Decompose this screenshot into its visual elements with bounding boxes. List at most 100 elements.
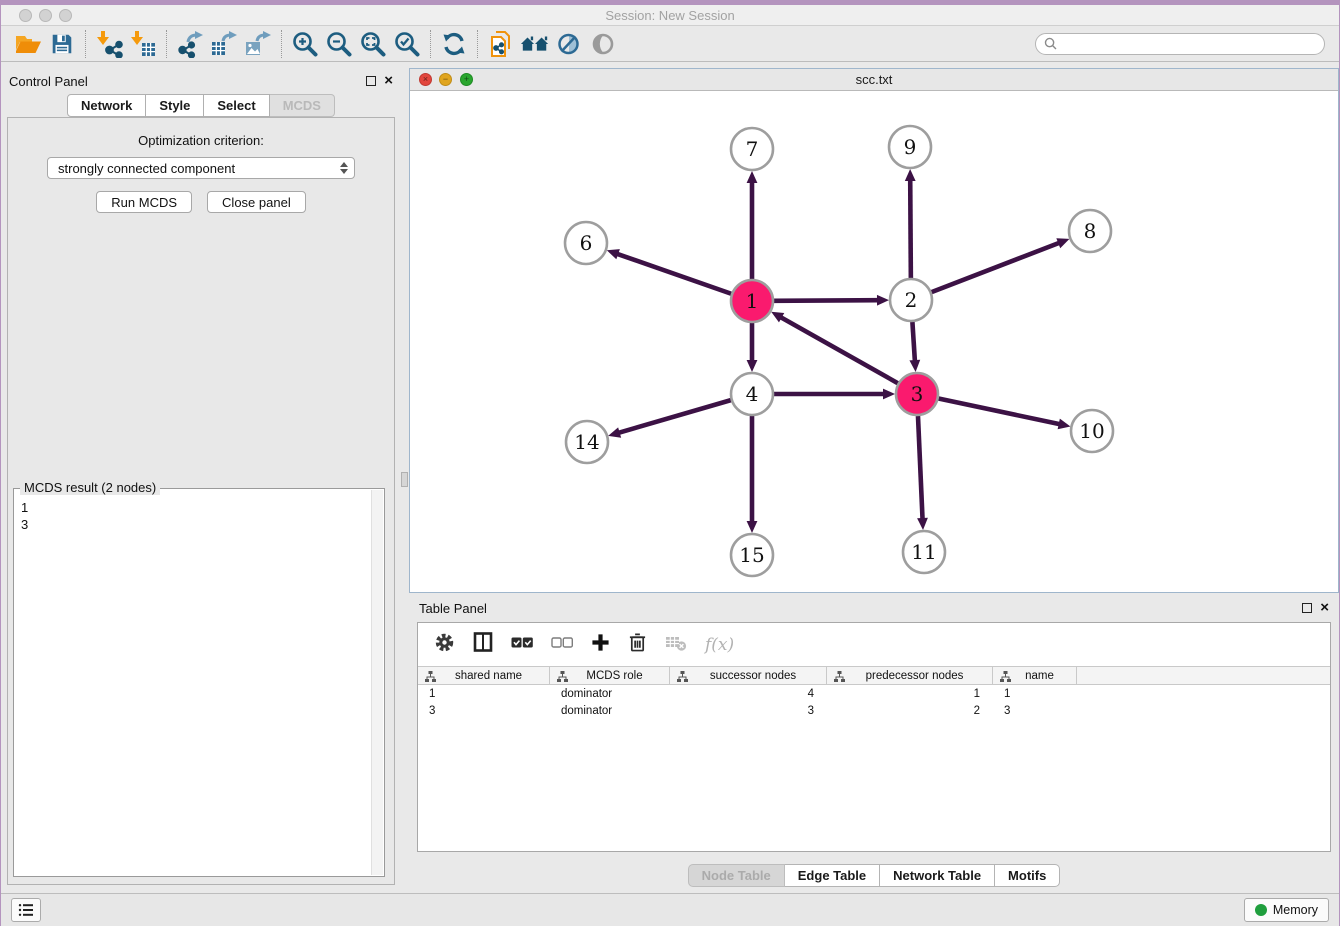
- table-panel: Table Panel × f(x) shared nameMCDS: [409, 595, 1339, 890]
- search-icon: [1044, 37, 1057, 50]
- column-type-icon: [425, 671, 436, 682]
- edge-4-14[interactable]: [618, 400, 731, 433]
- result-scrollbar[interactable]: [371, 490, 383, 875]
- network-window-titlebar: × − + scc.txt: [410, 69, 1338, 91]
- show-columns-icon[interactable]: [473, 632, 493, 657]
- export-network-icon[interactable]: [173, 29, 207, 59]
- close-table-panel-icon[interactable]: ×: [1320, 603, 1329, 613]
- column-type-icon: [557, 671, 568, 682]
- column-type-icon: [834, 671, 845, 682]
- column-header-predecessor-nodes[interactable]: predecessor nodes: [827, 667, 993, 684]
- optimization-criterion-label: Optimization criterion:: [8, 133, 394, 148]
- table-settings-icon[interactable]: [434, 632, 455, 658]
- cell-name[interactable]: 1: [993, 685, 1077, 702]
- cell-name[interactable]: 3: [993, 702, 1077, 719]
- graph-node-label: 1: [746, 289, 759, 313]
- import-network-icon[interactable]: [92, 29, 126, 59]
- zoom-out-icon[interactable]: [322, 29, 356, 59]
- control-panel-header: Control Panel ×: [1, 68, 401, 94]
- edge-1-2[interactable]: [774, 300, 879, 301]
- criterion-select[interactable]: strongly connected component: [47, 157, 355, 179]
- graph-node-label: 11: [911, 540, 936, 564]
- edge-3-10[interactable]: [939, 399, 1061, 425]
- tab-style[interactable]: Style: [146, 94, 204, 117]
- network-view-window: × − + scc.txt 1234678910111415: [409, 68, 1339, 593]
- column-type-icon: [677, 671, 688, 682]
- close-panel-icon[interactable]: ×: [384, 76, 393, 86]
- cell-MCDS-role[interactable]: dominator: [550, 685, 670, 702]
- select-all-columns-icon[interactable]: [511, 635, 533, 655]
- main-area: Control Panel × NetworkStyleSelectMCDS O…: [1, 62, 1339, 893]
- table-row[interactable]: 1dominator411: [418, 685, 1330, 702]
- delete-table-icon[interactable]: [665, 633, 687, 656]
- float-table-panel-icon[interactable]: [1302, 603, 1312, 613]
- edge-3-11[interactable]: [918, 416, 923, 520]
- function-builder-icon[interactable]: f(x): [705, 635, 734, 655]
- tab-select[interactable]: Select: [204, 94, 269, 117]
- edge-arrowhead: [747, 360, 758, 372]
- save-session-icon[interactable]: [45, 29, 79, 59]
- vertical-split-handle[interactable]: [401, 472, 408, 487]
- toolbar-separator: [166, 30, 167, 58]
- column-header-successor-nodes[interactable]: successor nodes: [670, 667, 827, 684]
- zoom-fit-icon[interactable]: [356, 29, 390, 59]
- edge-arrowhead: [917, 518, 928, 530]
- import-table-icon[interactable]: [126, 29, 160, 59]
- tab-network[interactable]: Network: [67, 94, 146, 117]
- open-file-icon[interactable]: [11, 29, 45, 59]
- close-panel-button[interactable]: Close panel: [207, 191, 306, 213]
- show-hide-eye-icon[interactable]: [586, 29, 620, 59]
- cell-predecessor-nodes[interactable]: 1: [827, 685, 993, 702]
- search-field[interactable]: [1035, 33, 1325, 55]
- graph-node-label: 10: [1079, 419, 1104, 443]
- column-header-name[interactable]: name: [993, 667, 1077, 684]
- edge-3-1[interactable]: [780, 317, 898, 383]
- zoom-in-icon[interactable]: [288, 29, 322, 59]
- edge-2-8[interactable]: [932, 243, 1061, 293]
- apply-layout-icon[interactable]: [437, 29, 471, 59]
- cell-predecessor-nodes[interactable]: 2: [827, 702, 993, 719]
- tab-motifs[interactable]: Motifs: [995, 864, 1060, 887]
- cell-successor-nodes[interactable]: 4: [670, 685, 827, 702]
- tab-network-table[interactable]: Network Table: [880, 864, 995, 887]
- home-icon[interactable]: [518, 29, 552, 59]
- edge-1-6[interactable]: [616, 254, 731, 294]
- toolbar-separator: [85, 30, 86, 58]
- edge-2-9[interactable]: [910, 179, 911, 278]
- cell-shared-name[interactable]: 1: [418, 685, 550, 702]
- column-header-shared-name[interactable]: shared name: [418, 667, 550, 684]
- edge-arrowhead: [877, 295, 889, 306]
- edge-2-3[interactable]: [912, 322, 915, 362]
- toolbar-separator: [281, 30, 282, 58]
- memory-status-icon: [1255, 904, 1267, 916]
- cell-successor-nodes[interactable]: 3: [670, 702, 827, 719]
- search-input[interactable]: [1062, 37, 1316, 51]
- network-graph: 1234678910111415: [410, 91, 1340, 592]
- select-stepper-icon: [340, 162, 348, 174]
- export-table-icon[interactable]: [207, 29, 241, 59]
- export-image-icon[interactable]: [241, 29, 275, 59]
- network-window-title: scc.txt: [410, 72, 1338, 87]
- new-network-from-selection-icon[interactable]: [484, 29, 518, 59]
- run-mcds-button[interactable]: Run MCDS: [96, 191, 192, 213]
- tab-node-table[interactable]: Node Table: [688, 864, 785, 887]
- style-toggle-icon[interactable]: [552, 29, 586, 59]
- column-header-MCDS-role[interactable]: MCDS role: [550, 667, 670, 684]
- graph-node-label: 8: [1084, 219, 1097, 243]
- memory-button[interactable]: Memory: [1244, 898, 1329, 922]
- create-column-icon[interactable]: [591, 633, 610, 657]
- network-canvas[interactable]: 1234678910111415: [410, 91, 1338, 592]
- cell-MCDS-role[interactable]: dominator: [550, 702, 670, 719]
- tab-mcds[interactable]: MCDS: [270, 94, 335, 117]
- delete-columns-icon[interactable]: [628, 632, 647, 657]
- tab-edge-table[interactable]: Edge Table: [785, 864, 880, 887]
- zoom-selected-icon[interactable]: [390, 29, 424, 59]
- mcds-result-title: MCDS result (2 nodes): [20, 480, 160, 495]
- task-history-button[interactable]: [11, 898, 41, 922]
- graph-node-label: 15: [739, 543, 764, 567]
- titlebar: Session: New Session: [1, 5, 1339, 26]
- unselect-all-columns-icon[interactable]: [551, 635, 573, 655]
- cell-shared-name[interactable]: 3: [418, 702, 550, 719]
- table-row[interactable]: 3dominator323: [418, 702, 1330, 719]
- float-panel-icon[interactable]: [366, 76, 376, 86]
